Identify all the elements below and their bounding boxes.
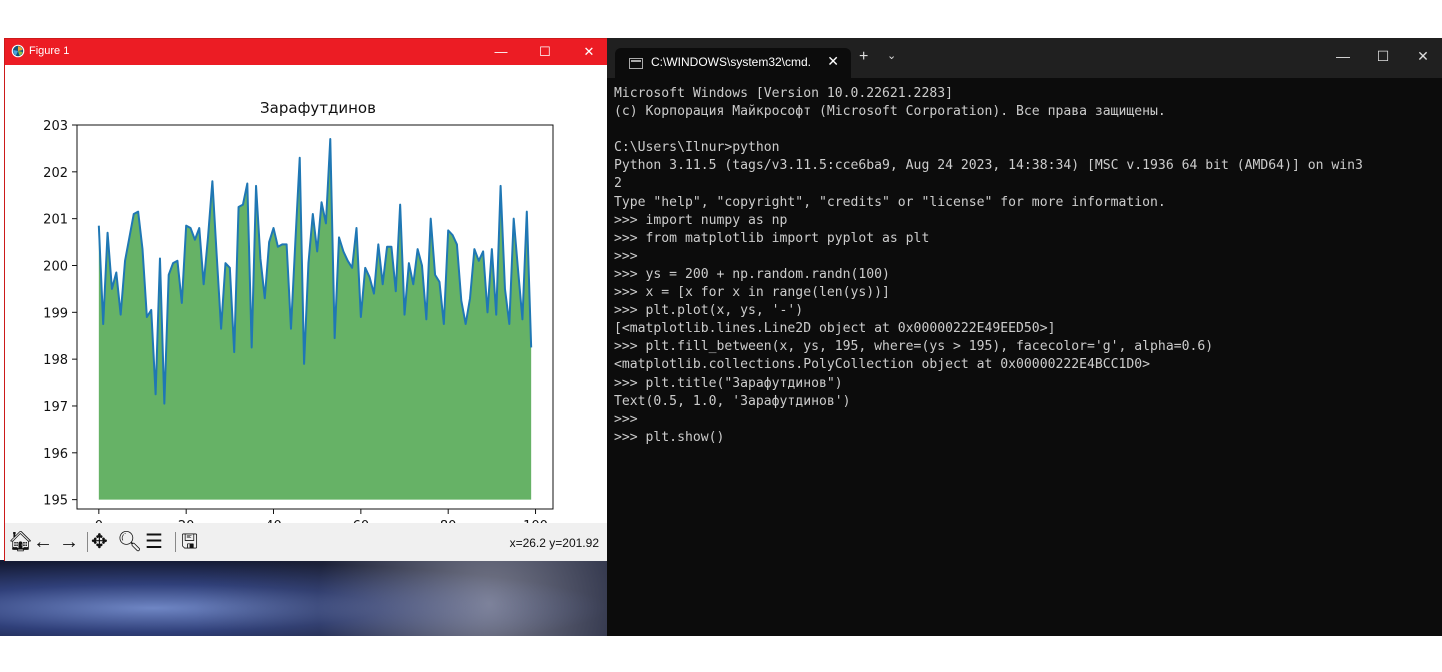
tab-dropdown-icon[interactable]: ⌄: [887, 49, 896, 62]
pan-move-icon[interactable]: ✥: [91, 532, 108, 552]
forward-arrow-icon[interactable]: →: [59, 532, 79, 552]
terminal-line: C:\Users\Ilnur>python: [614, 140, 780, 156]
cmd-icon: [629, 58, 643, 69]
y-tick-label: 203: [43, 119, 68, 134]
y-tick-label: 196: [43, 447, 68, 462]
terminal-line: Type "help", "copyright", "credits" or "…: [614, 194, 1166, 210]
cursor-coordinates: x=26.2 y=201.92: [509, 536, 599, 550]
terminal-line: (c) Корпорация Майкрософт (Microsoft Cor…: [614, 104, 1166, 120]
y-tick-label: 198: [43, 353, 68, 368]
minimize-button[interactable]: —: [479, 39, 523, 65]
terminal-line: >>> plt.fill_between(x, ys, 195, where=(…: [614, 339, 1214, 355]
plot-canvas[interactable]: 020406080100195196197198199200201202203 …: [5, 65, 611, 523]
zoom-magnifier-icon[interactable]: 🔍︎: [117, 532, 142, 552]
terminal-line: [<matplotlib.lines.Line2D object at 0x00…: [614, 321, 1056, 337]
terminal-line: >>> plt.show(): [614, 429, 725, 445]
terminal-line: >>> plt.plot(x, ys, '-'): [614, 303, 804, 319]
terminal-line: >>>: [614, 248, 638, 264]
terminal-tabbar[interactable]: C:\WINDOWS\system32\cmd. ✕ + ⌄ — ☐ ✕: [607, 38, 1442, 78]
desktop-background: [0, 636, 1442, 672]
minimize-button[interactable]: —: [1323, 48, 1363, 64]
figure-title: Figure 1: [29, 45, 70, 57]
terminal-tab[interactable]: C:\WINDOWS\system32\cmd. ✕: [615, 48, 851, 78]
maximize-button[interactable]: ☐: [1363, 48, 1403, 65]
terminal-output[interactable]: Microsoft Windows [Version 10.0.22621.22…: [614, 85, 1438, 447]
y-tick-label: 201: [43, 213, 68, 228]
terminal-line: 2: [614, 176, 622, 192]
terminal-tab-title: C:\WINDOWS\system32\cmd.: [651, 55, 812, 69]
terminal-line: Text(0.5, 1.0, 'Зарафутдинов'): [614, 393, 851, 409]
terminal-line: >>>: [614, 411, 638, 427]
y-tick-label: 199: [43, 306, 68, 321]
terminal-line: >>> from matplotlib import pyplot as plt: [614, 230, 930, 246]
terminal-line: >>> ys = 200 + np.random.randn(100): [614, 266, 890, 282]
terminal-line: >>> import numpy as np: [614, 212, 788, 228]
figure-titlebar[interactable]: Figure 1 — ☐ ✕: [5, 39, 611, 65]
y-tick-label: 197: [43, 400, 68, 415]
close-button[interactable]: ✕: [1403, 48, 1442, 65]
figure-window: Figure 1 — ☐ ✕ 0204060801001951961971981…: [4, 38, 612, 561]
tab-close-icon[interactable]: ✕: [827, 53, 839, 70]
y-tick-label: 195: [43, 494, 68, 509]
terminal-line: Python 3.11.5 (tags/v3.11.5:cce6ba9, Aug…: [614, 158, 1363, 174]
terminal-window: C:\WINDOWS\system32\cmd. ✕ + ⌄ — ☐ ✕ Mic…: [607, 38, 1442, 636]
subplots-config-icon[interactable]: ☰: [145, 532, 163, 552]
home-icon[interactable]: 🏠︎: [8, 532, 33, 552]
terminal-line: >>> x = [x for x in range(len(ys))]: [614, 285, 890, 301]
terminal-line: <matplotlib.collections.PolyCollection o…: [614, 357, 1151, 373]
matplotlib-app-icon: [11, 44, 25, 58]
y-tick-label: 200: [43, 259, 68, 274]
y-tick-label: 202: [43, 166, 68, 181]
save-floppy-icon[interactable]: 🖫︎: [181, 532, 198, 552]
toolbar-separator: [175, 532, 176, 552]
wallpaper-highlight: [0, 560, 612, 640]
navigation-toolbar: 🏠︎ ← → ✥ 🔍︎ ☰ 🖫︎ x=26.2 y=201.92: [5, 523, 611, 561]
chart-title: Зарафутдинов: [260, 99, 376, 117]
toolbar-separator: [87, 532, 88, 552]
new-tab-button[interactable]: +: [859, 48, 868, 66]
close-button[interactable]: ✕: [567, 39, 611, 65]
terminal-line: Microsoft Windows [Version 10.0.22621.22…: [614, 86, 953, 101]
back-arrow-icon[interactable]: ←: [33, 532, 53, 552]
terminal-line: >>> plt.title("Зарафутдинов"): [614, 375, 843, 391]
maximize-button[interactable]: ☐: [523, 39, 567, 65]
